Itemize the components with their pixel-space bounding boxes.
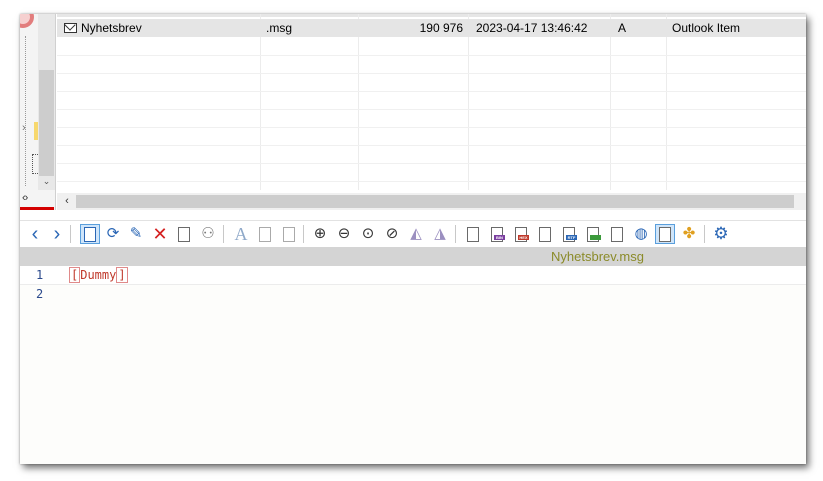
plugin-icon[interactable]: ✤ (679, 224, 699, 244)
file-name-cell[interactable]: Nyhetsbrev (81, 19, 257, 37)
refresh-icon[interactable]: ⟳ (103, 224, 123, 244)
toolbar-separator (455, 225, 456, 243)
file-size-cell[interactable]: 190 976 (362, 19, 463, 37)
line-number: 2 (36, 287, 44, 301)
document-view-icon[interactable] (655, 224, 675, 244)
file-list-header-edge (57, 14, 806, 17)
viewer-toolbar: ‹ › ⟳ ✎ ✕ ⚇ A ⊕ ⊖ ⊙ ⊘ ◭ ◮ BIN HEX RTF ◍ … (20, 220, 806, 245)
app-window: › ⌄ ‹› Nyhetsbrev .msg 190 976 2023-04-1… (20, 14, 806, 464)
toolbar-separator (704, 225, 705, 243)
toolbar-separator (70, 225, 71, 243)
table-row[interactable]: Nyhetsbrev .msg 190 976 2023-04-17 13:46… (57, 19, 806, 37)
viewer-file-name: Nyhetsbrev.msg (551, 249, 644, 264)
back-icon[interactable]: ‹ (25, 224, 45, 244)
text-editor[interactable]: 1 [Dummy] 2 (20, 266, 806, 464)
binoculars-icon[interactable]: ⚇ (198, 224, 218, 244)
page-icon[interactable] (255, 224, 275, 244)
multimedia-view-icon[interactable] (607, 224, 627, 244)
drive-icon (20, 14, 34, 28)
unicode-view-icon[interactable] (535, 224, 555, 244)
row-gridline (57, 163, 806, 164)
row-gridline (57, 91, 806, 92)
zoom-fit-icon[interactable]: ⊙ (358, 224, 378, 244)
pencil-icon[interactable]: ✎ (126, 224, 146, 244)
list-horizontal-scrollbar[interactable]: ‹ (57, 193, 806, 210)
edit-mode-icon[interactable] (80, 224, 100, 244)
chevron-right-icon[interactable]: › (22, 122, 26, 134)
active-panel-indicator (20, 207, 54, 210)
editor-line[interactable]: 2 (20, 285, 806, 304)
file-date-cell[interactable]: 2023-04-17 13:46:42 (476, 19, 608, 37)
file-extension-cell[interactable]: .msg (266, 19, 356, 37)
delete-icon[interactable]: ✕ (150, 224, 170, 244)
line-content: Dummy (80, 268, 117, 282)
viewer-title-bar: Nyhetsbrev.msg (20, 247, 806, 266)
font-icon[interactable]: A (231, 224, 251, 244)
tree-vertical-scrollbar[interactable]: ⌄ (38, 14, 55, 190)
mail-icon (64, 23, 77, 33)
zoom-in-icon[interactable]: ⊕ (310, 224, 330, 244)
list-scroll-thumb[interactable] (76, 195, 794, 208)
text-view-icon[interactable] (463, 224, 483, 244)
file-list[interactable]: Nyhetsbrev .msg 190 976 2023-04-17 13:46… (57, 14, 806, 210)
chevron-left-icon[interactable]: ‹ (61, 193, 73, 210)
hex-view-icon[interactable]: HEX (511, 224, 531, 244)
settings-icon[interactable]: ⚙ (711, 224, 731, 244)
toolbar-separator (223, 225, 224, 243)
toolbar-separator (303, 225, 304, 243)
zoom-out-icon[interactable]: ⊖ (334, 224, 354, 244)
row-gridline (57, 127, 806, 128)
line-number: 1 (36, 268, 44, 282)
tree-horizontal-scroll-arrows[interactable]: ‹› (22, 192, 28, 204)
row-gridline (57, 145, 806, 146)
file-attributes-cell[interactable]: A (618, 19, 664, 37)
editor-line[interactable]: 1 [Dummy] (20, 266, 806, 285)
file-type-cell[interactable]: Outlook Item (672, 19, 804, 37)
line-text: [Dummy] (69, 267, 128, 283)
web-view-icon[interactable]: ◍ (631, 224, 651, 244)
rotate-right-icon[interactable]: ◮ (430, 224, 450, 244)
folder-tree-panel[interactable]: › ⌄ ‹› (20, 14, 56, 210)
row-gridline (57, 73, 806, 74)
tree-scroll-thumb[interactable] (39, 70, 54, 176)
forward-icon[interactable]: › (47, 224, 67, 244)
chevron-down-icon[interactable]: ⌄ (39, 174, 54, 188)
rtf-view-icon[interactable]: RTF (559, 224, 579, 244)
bin-view-icon[interactable]: BIN (487, 224, 507, 244)
row-gridline (57, 181, 806, 182)
row-gridline (57, 55, 806, 56)
tree-connector-line (25, 36, 26, 186)
page-numbered-icon[interactable] (279, 224, 299, 244)
properties-icon[interactable] (174, 224, 194, 244)
image-view-icon[interactable] (583, 224, 603, 244)
row-gridline (57, 109, 806, 110)
zoom-reset-icon[interactable]: ⊘ (382, 224, 402, 244)
rotate-left-icon[interactable]: ◭ (406, 224, 426, 244)
